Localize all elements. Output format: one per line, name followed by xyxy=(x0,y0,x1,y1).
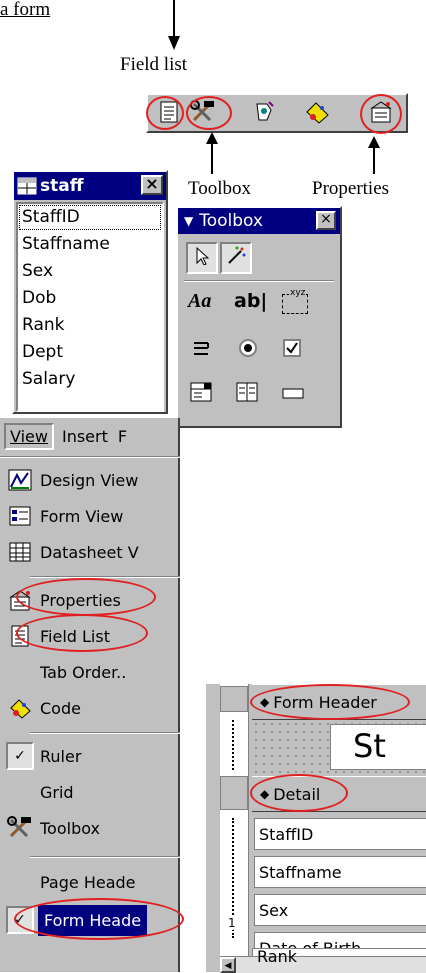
field-list-titlebar: staff × xyxy=(14,172,166,200)
menu-item-grid[interactable]: Grid xyxy=(0,774,180,810)
menu-item-toolbox[interactable]: Toolbox xyxy=(0,810,180,846)
datasheet-view-icon xyxy=(6,538,34,566)
menu-item-datasheet-view[interactable]: Datasheet V xyxy=(0,534,180,570)
properties-icon xyxy=(369,100,393,129)
menu-item-code[interactable]: Code xyxy=(0,690,180,726)
toolbox-titlebar: ▼ Toolbox × xyxy=(178,208,340,234)
list-box-tool[interactable] xyxy=(236,382,258,407)
view-menu-panel: View Insert F Design View Form View Data… xyxy=(0,418,180,972)
section-arrow-icon: ◆ xyxy=(260,695,270,709)
toolbox-close-button[interactable]: × xyxy=(316,211,336,230)
menu-separator xyxy=(30,856,180,858)
form-title-label[interactable]: St xyxy=(330,724,426,770)
code-icon xyxy=(6,694,34,722)
code-button[interactable] xyxy=(302,99,332,129)
build-button[interactable] xyxy=(248,99,278,129)
menu-bar-divider xyxy=(0,456,180,458)
field-list-icon xyxy=(6,622,34,650)
label-tool[interactable]: Aa xyxy=(188,290,211,313)
menu-separator xyxy=(30,732,180,734)
menu-item-properties[interactable]: Properties xyxy=(0,582,180,618)
control-wizards-tool[interactable] xyxy=(220,242,252,274)
combo-box-tool[interactable] xyxy=(190,382,212,407)
field-list-close-button[interactable]: × xyxy=(141,175,163,195)
properties-callout: Properties xyxy=(312,178,390,199)
toggle-button-tool[interactable] xyxy=(192,338,212,363)
menu-item-form-view[interactable]: Form View xyxy=(0,498,180,534)
field-list-item[interactable]: Rank xyxy=(18,312,162,339)
pointer-icon xyxy=(195,246,210,270)
select-objects-tool[interactable] xyxy=(186,242,218,274)
check-box-tool[interactable] xyxy=(282,338,302,363)
menu-item-ruler[interactable]: ✓ Ruler xyxy=(0,738,180,774)
field-label-rank-visible[interactable]: Rank xyxy=(252,948,426,965)
ruler-corner[interactable] xyxy=(220,686,248,712)
field-list-title: staff xyxy=(40,176,84,196)
table-icon xyxy=(17,177,37,195)
field-list-item[interactable]: StaffID xyxy=(18,204,162,231)
toolbar xyxy=(146,93,408,133)
option-group-label: xyz xyxy=(289,288,307,298)
caption-text: a form xyxy=(0,0,51,20)
menu-insert[interactable]: Insert xyxy=(62,427,108,446)
field-list-item[interactable]: Sex xyxy=(18,258,162,285)
field-list-box: StaffID Staffname Sex Dob Rank Dept Sala… xyxy=(16,202,164,412)
form-view-icon xyxy=(6,502,34,530)
field-list-arrow xyxy=(168,0,180,50)
menu-format[interactable]: F xyxy=(118,427,127,446)
field-list-callout: Field list xyxy=(120,54,188,75)
field-label-sex[interactable]: Sex xyxy=(254,894,426,926)
toolbox-button[interactable] xyxy=(188,99,218,129)
properties-button[interactable] xyxy=(366,99,396,129)
toolbox-menu-icon[interactable]: ▼ xyxy=(184,214,193,228)
field-label-staffid[interactable]: StaffID xyxy=(254,818,426,850)
menu-bar: View Insert F xyxy=(0,418,180,454)
command-button-tool[interactable] xyxy=(282,386,304,405)
textbox-tool[interactable]: ab| xyxy=(234,290,267,312)
form-header-bar[interactable]: ◆ Form Header xyxy=(252,684,426,720)
scroll-left-button[interactable]: ◀ xyxy=(220,957,236,973)
field-list-window: staff × StaffID Staffname Sex Dob Rank D… xyxy=(12,170,168,414)
section-arrow-icon: ◆ xyxy=(260,787,270,801)
field-list-button[interactable] xyxy=(154,99,184,129)
field-list-item[interactable]: Dept xyxy=(18,339,162,366)
properties-arrow xyxy=(368,136,380,174)
properties-icon xyxy=(6,586,34,614)
ruler-check-icon: ✓ xyxy=(6,742,34,770)
build-icon xyxy=(251,100,275,129)
menu-item-field-list[interactable]: Field List xyxy=(0,618,180,654)
form-title-text: St xyxy=(353,727,386,765)
ruler-ticks-header xyxy=(232,720,238,770)
menu-item-design-view[interactable]: Design View xyxy=(0,462,180,498)
menu-item-page-header[interactable]: Page Heade xyxy=(0,864,180,900)
option-button-tool[interactable] xyxy=(238,338,258,363)
toolbox-arrow xyxy=(206,132,218,174)
toolbox-icon xyxy=(190,99,216,129)
field-list-item[interactable]: Dob xyxy=(18,285,162,312)
toolbox-callout: Toolbox xyxy=(188,178,252,199)
toolbox-title: Toolbox xyxy=(199,211,263,231)
form-design-window: 1 ◆ Form Header St ◆ Detail StaffID Staf… xyxy=(204,684,426,973)
menu-item-form-header[interactable]: ✓ Form Heade xyxy=(0,902,180,938)
toolbox-divider xyxy=(184,280,334,282)
ruler-detail-block xyxy=(220,776,248,810)
design-view-icon xyxy=(6,466,34,494)
toolbox-icon xyxy=(6,814,34,842)
form-header-check-icon: ✓ xyxy=(6,906,34,934)
field-label-staffname[interactable]: Staffname xyxy=(254,856,426,888)
detail-bar[interactable]: ◆ Detail xyxy=(252,776,426,812)
field-list-item[interactable]: Staffname xyxy=(18,231,162,258)
horizontal-scrollbar[interactable]: ◀ xyxy=(220,956,426,973)
ruler-mark: 1 xyxy=(228,916,236,930)
wand-icon xyxy=(225,245,247,272)
option-group-tool[interactable]: xyz xyxy=(282,288,308,314)
code-icon xyxy=(304,100,330,129)
field-list-item[interactable]: Salary xyxy=(18,366,162,393)
menu-separator xyxy=(30,576,180,578)
field-list-icon xyxy=(159,101,179,128)
menu-item-tab-order[interactable]: Tab Order.. xyxy=(0,654,180,690)
toolbox-window: ▼ Toolbox × Aa ab| xyz xyxy=(176,206,342,428)
menu-view[interactable]: View xyxy=(4,422,54,450)
